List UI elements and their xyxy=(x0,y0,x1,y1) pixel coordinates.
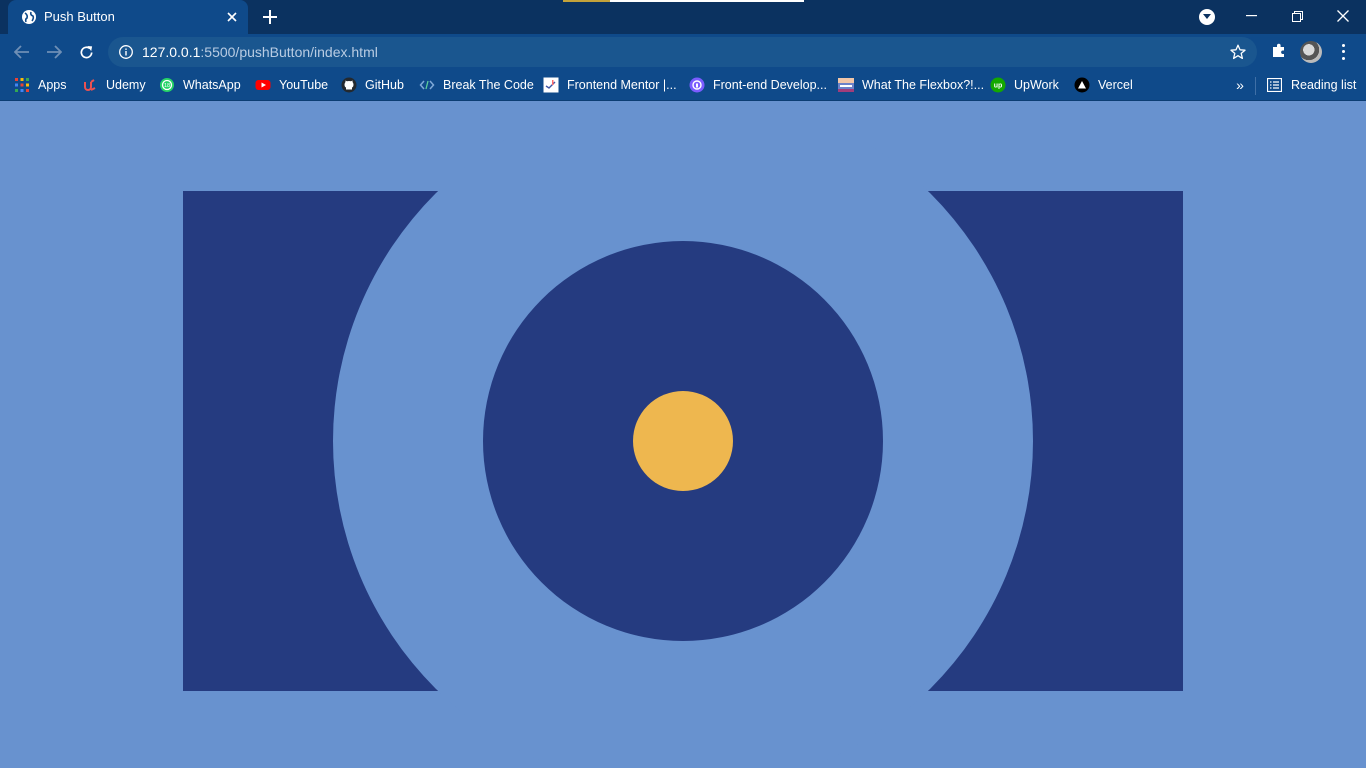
bookmark-upwork[interactable]: up UpWork xyxy=(990,75,1059,95)
bookmarks-bar: Apps Udemy 18 WhatsApp YouTube GitHub Br… xyxy=(0,70,1366,101)
svg-text:up: up xyxy=(994,83,1003,90)
bookmark-github[interactable]: GitHub xyxy=(341,75,404,95)
reload-icon[interactable] xyxy=(76,42,96,62)
bookmark-label: WhatsApp xyxy=(183,78,241,92)
bookmark-frontend-mentor[interactable]: Frontend Mentor |... xyxy=(543,75,677,95)
flexbox-icon xyxy=(838,78,854,92)
bookmark-what-the-flexbox[interactable]: What The Flexbox?!... xyxy=(838,75,984,95)
frontend-mentor-icon xyxy=(543,77,559,93)
bookmark-label: Break The Code xyxy=(443,78,534,92)
url-host: 127.0.0.1 xyxy=(142,44,201,60)
vercel-icon xyxy=(1074,77,1090,93)
new-tab-plus-icon[interactable] xyxy=(260,7,280,27)
bookmark-label: Udemy xyxy=(106,78,146,92)
forward-arrow-icon[interactable] xyxy=(44,42,64,62)
bookmark-label: What The Flexbox?!... xyxy=(862,78,985,92)
window-top-highlight xyxy=(563,0,804,2)
tab-push-button[interactable]: Push Button xyxy=(8,0,248,34)
tab-search-chevron-icon[interactable] xyxy=(1199,9,1215,25)
whatsapp-icon: 18 xyxy=(160,78,174,92)
bookmark-whatsapp[interactable]: 18 WhatsApp xyxy=(159,75,241,95)
restore-icon[interactable] xyxy=(1274,0,1320,32)
bookmark-front-end-develop[interactable]: Front-end Develop... xyxy=(689,75,827,95)
bookmark-label: Frontend Mentor |... xyxy=(567,78,677,92)
minimize-icon[interactable] xyxy=(1228,0,1274,32)
site-info-icon[interactable] xyxy=(118,44,134,60)
tab-title: Push Button xyxy=(44,9,115,24)
more-bookmarks-chevron-icon[interactable]: » xyxy=(1232,76,1248,94)
tab-strip: Push Button xyxy=(0,0,1366,34)
reading-list-button[interactable]: Reading list xyxy=(1267,75,1356,95)
reading-list-label: Reading list xyxy=(1291,78,1357,92)
reading-list-icon xyxy=(1267,78,1282,92)
bookmark-label: Front-end Develop... xyxy=(713,78,827,92)
bookmark-apps[interactable]: Apps xyxy=(14,75,67,95)
bookmark-label: YouTube xyxy=(279,78,329,92)
frontend-dev-icon xyxy=(689,77,705,93)
push-button[interactable] xyxy=(633,391,733,491)
kebab-menu-icon[interactable] xyxy=(1338,42,1348,62)
upwork-icon: up xyxy=(990,77,1006,93)
code-icon xyxy=(419,80,435,90)
address-bar[interactable]: 127.0.0.1:5500/pushButton/index.html xyxy=(108,37,1257,67)
globe-icon xyxy=(22,10,36,24)
svg-text:18: 18 xyxy=(164,83,170,89)
back-arrow-icon[interactable] xyxy=(12,42,32,62)
bookmark-star-icon[interactable] xyxy=(1230,44,1246,60)
bookmark-break-the-code[interactable]: Break The Code xyxy=(419,75,534,95)
bookmark-label: UpWork xyxy=(1014,78,1059,92)
udemy-icon xyxy=(84,79,96,91)
github-icon xyxy=(341,77,357,93)
bookmarks-divider xyxy=(1255,77,1256,95)
apps-grid-icon xyxy=(15,78,29,92)
url-path: :5500/pushButton/index.html xyxy=(200,44,378,60)
bookmark-label: Apps xyxy=(38,78,67,92)
bookmark-label: GitHub xyxy=(365,78,404,92)
page-viewport xyxy=(0,102,1366,768)
extensions-puzzle-icon[interactable] xyxy=(1270,42,1288,60)
youtube-icon xyxy=(255,80,271,90)
bookmark-vercel[interactable]: Vercel xyxy=(1074,75,1133,95)
bookmark-udemy[interactable]: Udemy xyxy=(82,75,146,95)
bookmark-label: Vercel xyxy=(1098,78,1133,92)
close-tab-icon[interactable] xyxy=(224,9,240,25)
close-window-icon[interactable] xyxy=(1320,0,1366,32)
profile-avatar[interactable] xyxy=(1300,41,1322,63)
browser-toolbar: 127.0.0.1:5500/pushButton/index.html xyxy=(0,34,1366,70)
bookmark-youtube[interactable]: YouTube xyxy=(255,75,328,95)
url-text[interactable]: 127.0.0.1:5500/pushButton/index.html xyxy=(142,44,378,60)
